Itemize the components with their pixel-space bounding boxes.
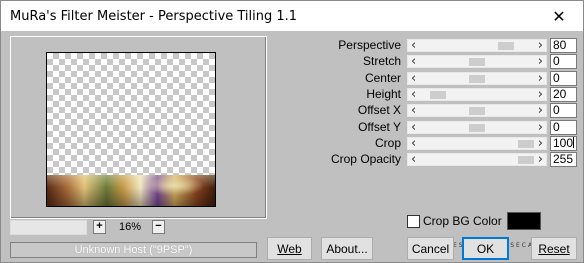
slider-label-perspective: Perspective — [338, 38, 401, 52]
value-text: 0 — [553, 120, 560, 134]
value-text: 20 — [553, 87, 567, 101]
crop-bg-label: Crop BG Color — [423, 214, 502, 228]
slider-label-offset-y: Offset Y — [358, 120, 401, 134]
ok-button[interactable]: OK — [462, 237, 509, 260]
chevron-right-icon[interactable]: › — [538, 152, 543, 167]
chevron-left-icon[interactable]: ‹ — [411, 54, 416, 69]
value-text: 0 — [553, 71, 560, 85]
slider-center[interactable]: ‹ › — [407, 71, 547, 86]
about-button[interactable]: About... — [321, 237, 373, 260]
chevron-right-icon[interactable]: › — [538, 54, 543, 69]
chevron-left-icon[interactable]: ‹ — [411, 103, 416, 118]
value-field-perspective[interactable]: 80 — [550, 38, 577, 53]
chevron-left-icon[interactable]: ‹ — [411, 136, 416, 151]
cancel-button-label: Cancel — [411, 241, 450, 256]
value-field-crop[interactable]: 100 — [550, 136, 577, 151]
zoom-bar — [10, 220, 87, 235]
slider-thumb[interactable] — [469, 124, 485, 132]
chevron-left-icon[interactable]: ‹ — [411, 152, 416, 167]
chevron-right-icon[interactable]: › — [538, 38, 543, 53]
zoom-out-button[interactable]: − — [152, 220, 165, 234]
slider-thumb[interactable] — [469, 107, 485, 115]
web-button-label: Web — [277, 241, 302, 256]
slider-perspective[interactable]: ‹ › — [407, 38, 547, 53]
window-title: MuRa's Filter Meister - Perspective Tili… — [10, 9, 298, 24]
slider-thumb[interactable] — [518, 140, 534, 148]
value-text: 255 — [553, 152, 574, 166]
zoom-level: 16% — [118, 221, 142, 233]
text-caret — [573, 137, 575, 148]
value-field-height[interactable]: 20 — [550, 87, 577, 102]
web-button[interactable]: Web — [267, 237, 312, 260]
chevron-left-icon[interactable]: ‹ — [411, 87, 416, 102]
host-info: Unknown Host ("9PSP") — [10, 242, 257, 258]
slider-offset-y[interactable]: ‹ › — [407, 120, 547, 135]
value-field-offset-y[interactable]: 0 — [550, 120, 577, 135]
slider-stretch[interactable]: ‹ › — [407, 54, 547, 69]
reset-button-label: Reset — [538, 241, 570, 256]
chevron-right-icon[interactable]: › — [538, 120, 543, 135]
crop-bg-color-swatch[interactable] — [507, 212, 541, 230]
value-text: 100 — [553, 136, 574, 150]
preview-image — [47, 175, 215, 206]
slider-crop[interactable]: ‹ › — [407, 136, 547, 151]
slider-offset-x[interactable]: ‹ › — [407, 103, 547, 118]
chevron-left-icon[interactable]: ‹ — [411, 71, 416, 86]
chevron-right-icon[interactable]: › — [538, 71, 543, 86]
close-icon[interactable]: ✕ — [545, 3, 573, 29]
reset-button[interactable]: Reset — [531, 237, 577, 260]
value-text: 0 — [553, 103, 560, 117]
value-field-offset-x[interactable]: 0 — [550, 103, 577, 118]
slider-label-center: Center — [364, 71, 401, 85]
slider-label-crop: Crop — [374, 136, 401, 150]
zoom-in-button[interactable]: + — [93, 220, 106, 234]
slider-crop-opacity[interactable]: ‹ › — [407, 152, 547, 167]
title-bar[interactable]: MuRa's Filter Meister - Perspective Tili… — [1, 1, 583, 31]
value-field-center[interactable]: 0 — [550, 71, 577, 86]
about-button-label: About... — [326, 241, 368, 256]
preview-canvas[interactable] — [46, 52, 216, 207]
value-text: 80 — [553, 38, 567, 52]
slider-thumb[interactable] — [518, 156, 534, 164]
preview-panel — [10, 36, 267, 219]
slider-label-stretch: Stretch — [362, 54, 401, 68]
chevron-right-icon[interactable]: › — [538, 136, 543, 151]
value-field-stretch[interactable]: 0 — [550, 54, 577, 69]
slider-thumb[interactable] — [430, 91, 446, 99]
crop-bg-checkbox[interactable] — [407, 215, 420, 228]
value-text: 0 — [553, 54, 560, 68]
slider-label-offset-x: Offset X — [357, 103, 401, 117]
cancel-button[interactable]: Cancel — [407, 237, 454, 260]
chevron-left-icon[interactable]: ‹ — [411, 120, 416, 135]
slider-thumb[interactable] — [498, 42, 514, 50]
chevron-left-icon[interactable]: ‹ — [411, 38, 416, 53]
dialog-client-area: + 16% − Unknown Host ("9PSP") Perspectiv… — [1, 31, 583, 262]
slider-thumb[interactable] — [469, 58, 485, 66]
slider-height[interactable]: ‹ › — [407, 87, 547, 102]
slider-thumb[interactable] — [469, 75, 485, 83]
filter-dialog-window: MuRa's Filter Meister - Perspective Tili… — [0, 0, 584, 263]
slider-label-height: Height — [366, 87, 401, 101]
ok-button-label: OK — [476, 241, 495, 256]
slider-label-crop-opacity: Crop Opacity — [330, 152, 401, 166]
chevron-right-icon[interactable]: › — [538, 103, 543, 118]
value-field-crop-opacity[interactable]: 255 — [550, 152, 577, 167]
chevron-right-icon[interactable]: › — [538, 87, 543, 102]
